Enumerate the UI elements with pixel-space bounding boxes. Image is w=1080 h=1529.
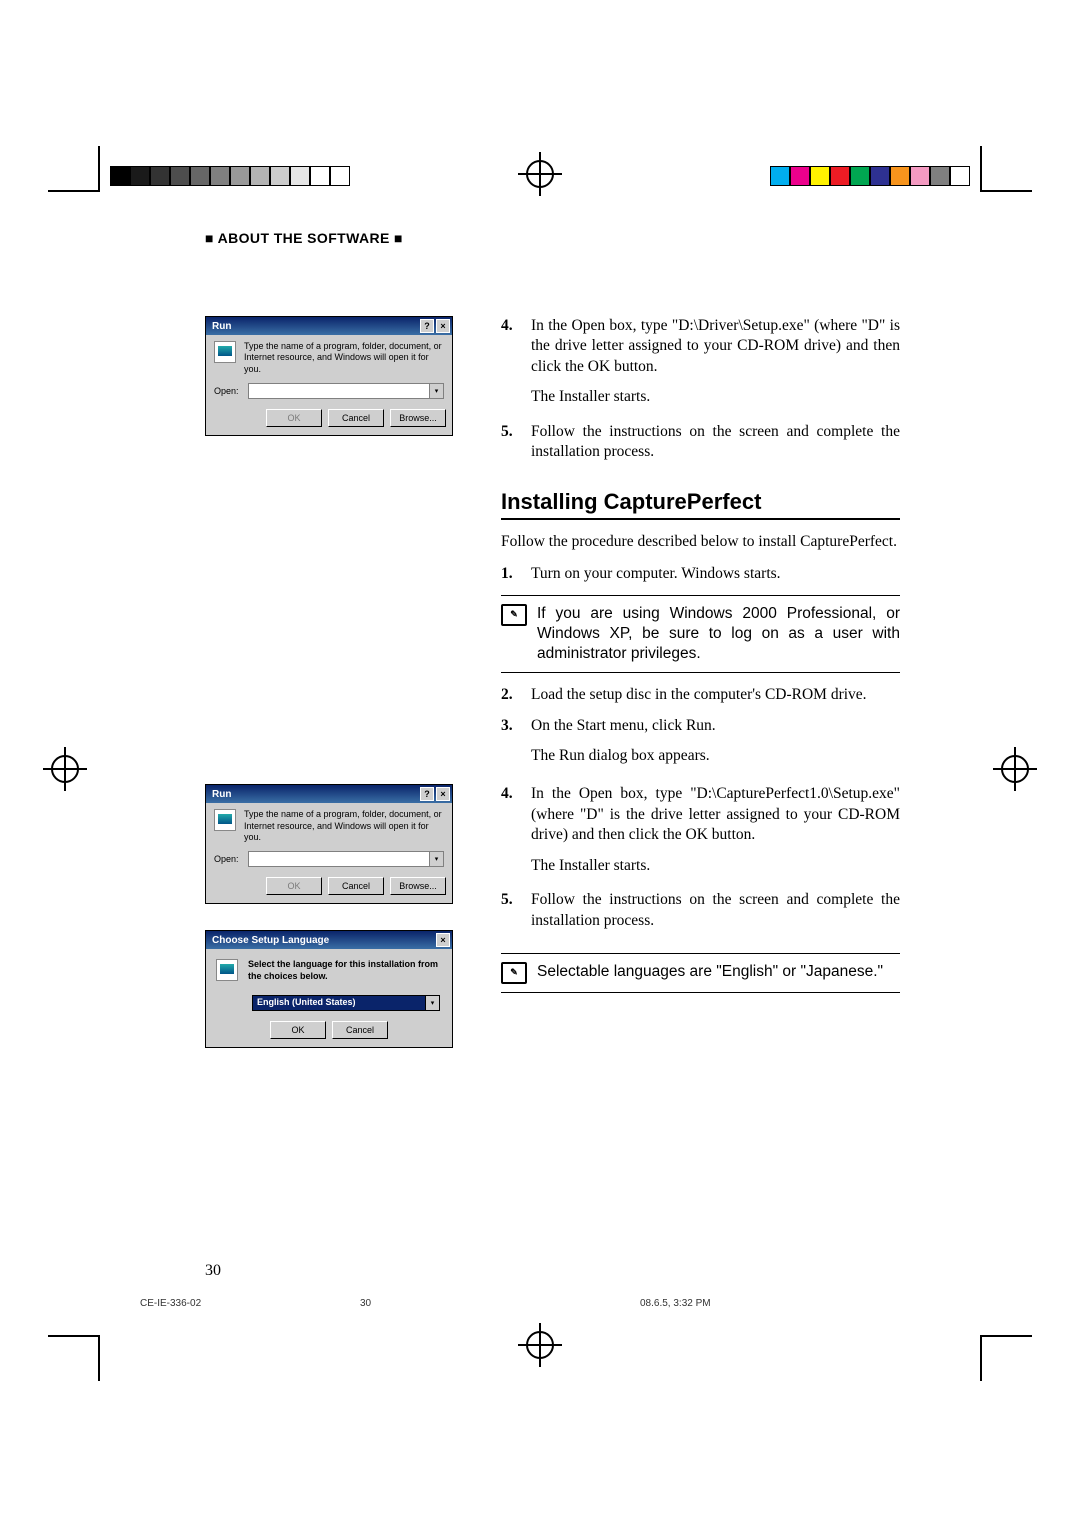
run-dialog-screenshot-2: Run ? × Type the name of a program, fold… [205, 784, 453, 904]
crop-mark-tl [48, 164, 100, 192]
step-3-sub: The Run dialog box appears. [531, 746, 900, 766]
registration-mark-top [522, 156, 558, 192]
cancel-button[interactable]: Cancel [332, 1021, 388, 1039]
open-combobox[interactable]: ▾ [248, 383, 444, 399]
ok-button[interactable]: OK [266, 877, 322, 895]
step-number: 4. [501, 784, 519, 845]
note-languages: ✎ Selectable languages are "English" or … [501, 962, 900, 984]
grayscale-calibration-strip [110, 166, 350, 186]
language-select-value: English (United States) [253, 996, 425, 1010]
language-dialog-title: Choose Setup Language [212, 935, 329, 946]
step-5a: 5. Follow the instructions on the screen… [501, 422, 900, 463]
run-icon [214, 341, 236, 363]
setup-icon [216, 959, 238, 981]
crop-mark-tr [980, 164, 1032, 192]
step-number: 5. [501, 422, 519, 463]
browse-button[interactable]: Browse... [390, 409, 446, 427]
step-4a-sub: The Installer starts. [531, 387, 900, 407]
crop-marks-bottom [0, 1335, 1080, 1363]
subheading-installing-captureperfect: Installing CapturePerfect [501, 487, 900, 520]
chevron-down-icon: ▾ [425, 996, 439, 1010]
step-text: In the Open box, type "D:\Driver\Setup.e… [531, 316, 900, 377]
page-content: ■ ABOUT THE SOFTWARE ■ Run ? × Type the … [205, 230, 900, 1280]
doc-page: 30 [360, 1298, 640, 1309]
step-text: Load the setup disc in the computer's CD… [531, 685, 900, 705]
language-dialog-titlebar: Choose Setup Language × [206, 931, 452, 949]
run-dialog-description: Type the name of a program, folder, docu… [244, 341, 444, 375]
note-text: If you are using Windows 2000 Profession… [537, 604, 900, 664]
note-icon: ✎ [501, 962, 527, 984]
step-text: In the Open box, type "D:\CapturePerfect… [531, 784, 900, 845]
chevron-down-icon: ▾ [429, 384, 443, 398]
chevron-down-icon: ▾ [429, 852, 443, 866]
color-calibration-strip [770, 166, 970, 186]
cancel-button[interactable]: Cancel [328, 409, 384, 427]
open-combobox[interactable]: ▾ [248, 851, 444, 867]
step-4b: 4. In the Open box, type "D:\CapturePerf… [501, 784, 900, 845]
run-dialog-screenshot-1: Run ? × Type the name of a program, fold… [205, 316, 453, 436]
section-header: ■ ABOUT THE SOFTWARE ■ [205, 230, 900, 246]
run-dialog-title: Run [212, 789, 231, 800]
ok-button[interactable]: OK [266, 409, 322, 427]
choose-language-dialog: Choose Setup Language × Select the langu… [205, 930, 453, 1047]
step-text: On the Start menu, click Run. [531, 716, 900, 736]
note-text: Selectable languages are "English" or "J… [537, 962, 900, 982]
step-number: 4. [501, 316, 519, 377]
step-4b-sub: The Installer starts. [531, 856, 900, 876]
intro-text: Follow the procedure described below to … [501, 532, 900, 552]
registration-mark-left [47, 751, 83, 787]
step-text: Follow the instructions on the screen an… [531, 890, 900, 931]
cancel-button[interactable]: Cancel [328, 877, 384, 895]
note-admin-privileges: ✎ If you are using Windows 2000 Professi… [501, 604, 900, 664]
doc-code: CE-IE-336-02 [140, 1298, 360, 1309]
step-text: Turn on your computer. Windows starts. [531, 564, 900, 584]
step-text: Follow the instructions on the screen an… [531, 422, 900, 463]
step-number: 3. [501, 716, 519, 736]
run-dialog-description: Type the name of a program, folder, docu… [244, 809, 444, 843]
step-3: 3. On the Start menu, click Run. [501, 716, 900, 736]
content-block-2: Run ? × Type the name of a program, fold… [205, 784, 900, 1065]
language-select[interactable]: English (United States) ▾ [252, 995, 440, 1011]
language-dialog-description: Select the language for this installatio… [248, 959, 442, 982]
help-icon: ? [420, 787, 434, 801]
step-number: 2. [501, 685, 519, 705]
help-icon: ? [420, 319, 434, 333]
close-icon: × [436, 933, 450, 947]
close-icon: × [436, 319, 450, 333]
run-icon [214, 809, 236, 831]
run-dialog-title: Run [212, 321, 231, 332]
open-label: Open: [214, 854, 242, 864]
step-number: 1. [501, 564, 519, 584]
page-number: 30 [205, 1262, 221, 1280]
step-1: 1. Turn on your computer. Windows starts… [501, 564, 900, 584]
step-5b: 5. Follow the instructions on the screen… [501, 890, 900, 931]
registration-mark-right [997, 751, 1033, 787]
footer-meta: CE-IE-336-02 30 08.6.5, 3:32 PM [140, 1298, 940, 1309]
crop-mark-bl [48, 1335, 100, 1363]
browse-button[interactable]: Browse... [390, 877, 446, 895]
content-block-1: Run ? × Type the name of a program, fold… [205, 316, 900, 780]
step-number: 5. [501, 890, 519, 931]
note-icon: ✎ [501, 604, 527, 626]
open-label: Open: [214, 386, 242, 396]
close-icon: × [436, 787, 450, 801]
run-dialog-titlebar: Run ? × [206, 317, 452, 335]
crop-mark-br [980, 1335, 1032, 1363]
step-4a: 4. In the Open box, type "D:\Driver\Setu… [501, 316, 900, 377]
doc-timestamp: 08.6.5, 3:32 PM [640, 1298, 940, 1309]
ok-button[interactable]: OK [270, 1021, 326, 1039]
run-dialog-titlebar: Run ? × [206, 785, 452, 803]
step-2: 2. Load the setup disc in the computer's… [501, 685, 900, 705]
